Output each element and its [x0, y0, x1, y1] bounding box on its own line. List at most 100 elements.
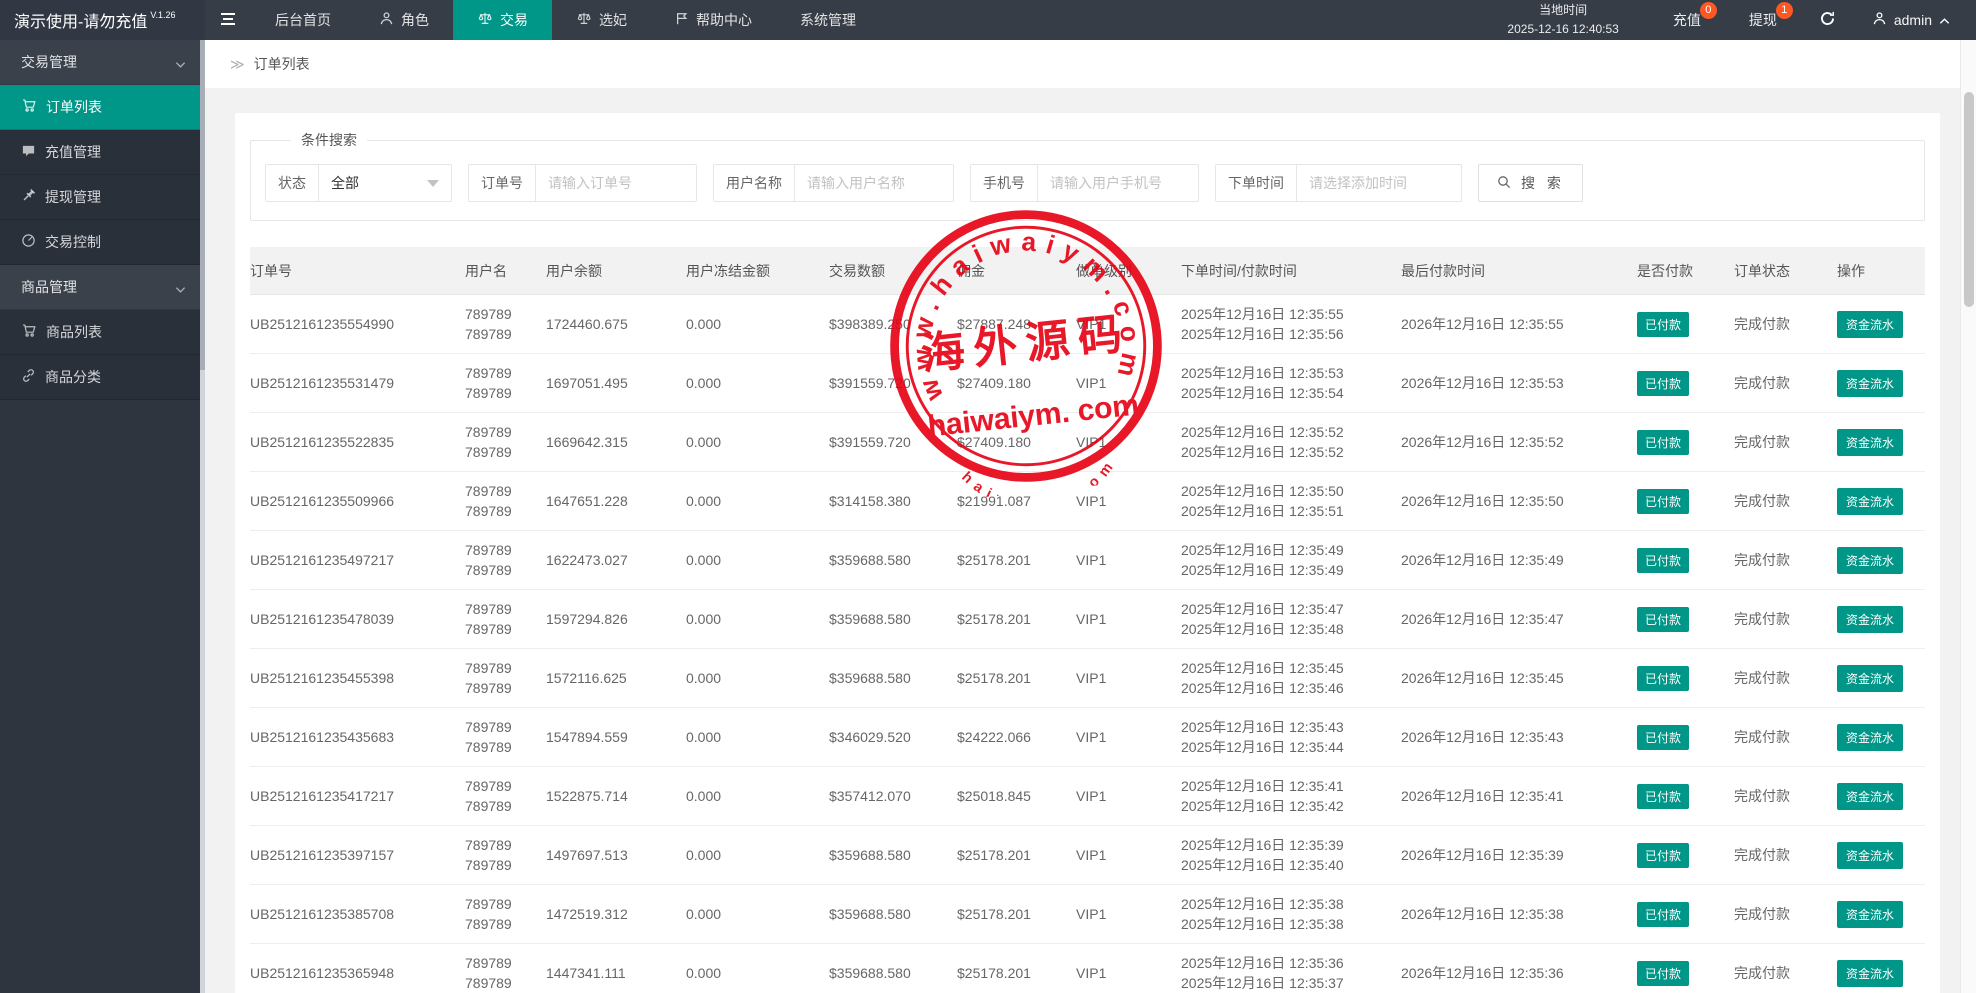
sidebar-item-withdraw-management[interactable]: 提现管理 — [0, 175, 200, 220]
fund-flow-button[interactable]: 资金流水 — [1837, 724, 1903, 751]
sidebar-item-product-category[interactable]: 商品分类 — [0, 355, 200, 400]
sidebar-item-trade-control[interactable]: 交易控制 — [0, 220, 200, 265]
amount-cell: $359688.580 — [829, 552, 957, 568]
hamburger-menu-button[interactable] — [205, 0, 251, 40]
fund-flow-button[interactable]: 资金流水 — [1837, 842, 1903, 869]
username-input[interactable] — [795, 165, 953, 201]
order-no-input[interactable] — [536, 165, 696, 201]
page-scrollbar-thumb[interactable] — [1964, 92, 1974, 307]
fund-flow-button[interactable]: 资金流水 — [1837, 606, 1903, 633]
sidebar-item-order-list[interactable]: 订单列表 — [0, 85, 200, 130]
sidebar-item-label: 充值管理 — [45, 142, 101, 162]
fund-flow-button[interactable]: 资金流水 — [1837, 547, 1903, 574]
table-row: UB2512161235365948 789789 789789 1447341… — [250, 944, 1925, 993]
fund-flow-button[interactable]: 资金流水 — [1837, 370, 1903, 397]
fund-flow-button[interactable]: 资金流水 — [1837, 665, 1903, 692]
sidebar-item-label: 提现管理 — [45, 187, 101, 207]
flag-icon — [675, 11, 689, 29]
paid-status-badge: 已付款 — [1637, 548, 1689, 573]
sidebar-group-product-management[interactable]: 商品管理 — [0, 265, 200, 310]
table-row: UB2512161235435683 789789 789789 1547894… — [250, 708, 1925, 767]
nav-item-dashboard[interactable]: 后台首页 — [251, 0, 355, 40]
balance-cell: 1647651.228 — [546, 493, 686, 509]
order-time-label: 下单时间 — [1216, 165, 1297, 201]
order-status-cell: 完成付款 — [1734, 432, 1837, 452]
comment-icon — [21, 143, 36, 161]
top-header: 演示使用-请勿充值 V.1.26 后台首页 角色 交易 选妃 帮助中心 系统管理 — [0, 0, 1976, 40]
recharge-button[interactable]: 充值 0 — [1649, 0, 1725, 40]
cart-icon — [21, 98, 37, 116]
sidebar-item-recharge-management[interactable]: 充值管理 — [0, 130, 200, 175]
status-label: 状态 — [266, 165, 319, 201]
order-no-cell: UB2512161235435683 — [250, 729, 465, 745]
fund-flow-button[interactable]: 资金流水 — [1837, 311, 1903, 338]
fund-flow-button[interactable]: 资金流水 — [1837, 488, 1903, 515]
nav-item-system[interactable]: 系统管理 — [776, 0, 880, 40]
username-cell: 789789 789789 — [465, 776, 546, 817]
order-time-line2: 2025年12月16日 12:35:48 — [1181, 619, 1393, 639]
sidebar-item-product-list[interactable]: 商品列表 — [0, 310, 200, 355]
commission-cell: $25178.201 — [957, 965, 1076, 981]
username-line1: 789789 — [465, 540, 538, 560]
sidebar-item-label: 商品列表 — [46, 322, 102, 342]
username-line2: 789789 — [465, 678, 538, 698]
order-no-cell: UB2512161235455398 — [250, 670, 465, 686]
status-select[interactable]: 全部 — [319, 165, 451, 201]
search-panel-legend: 条件搜索 — [291, 130, 367, 150]
refresh-button[interactable] — [1801, 0, 1854, 40]
order-time-cell: 2025年12月16日 12:35:45 2025年12月16日 12:35:4… — [1181, 658, 1401, 699]
username-filter: 用户名称 — [713, 164, 954, 202]
frozen-cell: 0.000 — [686, 552, 829, 568]
order-no-cell: UB2512161235554990 — [250, 316, 465, 332]
fund-flow-button[interactable]: 资金流水 — [1837, 960, 1903, 987]
nav-item-help-center[interactable]: 帮助中心 — [651, 0, 776, 40]
order-time-line2: 2025年12月16日 12:35:49 — [1181, 560, 1393, 580]
order-time-cell: 2025年12月16日 12:35:41 2025年12月16日 12:35:4… — [1181, 776, 1401, 817]
username-cell: 789789 789789 — [465, 540, 546, 581]
nav-label: 角色 — [401, 10, 429, 30]
fund-flow-button[interactable]: 资金流水 — [1837, 429, 1903, 456]
level-cell: VIP1 — [1076, 316, 1181, 332]
amount-cell: $357412.070 — [829, 788, 957, 804]
withdraw-button[interactable]: 提现 1 — [1725, 0, 1801, 40]
level-cell: VIP1 — [1076, 552, 1181, 568]
order-no-filter: 订单号 — [468, 164, 697, 202]
frozen-cell: 0.000 — [686, 493, 829, 509]
username-line1: 789789 — [465, 953, 538, 973]
amount-cell: $314158.380 — [829, 493, 957, 509]
frozen-cell: 0.000 — [686, 906, 829, 922]
chevron-up-icon — [1939, 12, 1950, 28]
order-time-input[interactable] — [1297, 165, 1461, 201]
order-time-cell: 2025年12月16日 12:35:43 2025年12月16日 12:35:4… — [1181, 717, 1401, 758]
commission-cell: $25178.201 — [957, 670, 1076, 686]
phone-input[interactable] — [1038, 165, 1198, 201]
paid-cell: 已付款 — [1637, 548, 1734, 573]
search-button[interactable]: 搜 索 — [1478, 164, 1583, 202]
table-row: UB2512161235385708 789789 789789 1472519… — [250, 885, 1925, 944]
sidebar-group-trade-management[interactable]: 交易管理 — [0, 40, 200, 85]
fund-flow-button[interactable]: 资金流水 — [1837, 783, 1903, 810]
sidebar-group-label: 交易管理 — [21, 52, 77, 72]
sidebar-item-label: 交易控制 — [45, 232, 101, 252]
fund-flow-button[interactable]: 资金流水 — [1837, 901, 1903, 928]
username-line2: 789789 — [465, 383, 538, 403]
username-line2: 789789 — [465, 619, 538, 639]
nav-item-trade[interactable]: 交易 — [453, 0, 552, 40]
admin-menu[interactable]: admin — [1854, 0, 1976, 40]
nav-item-select[interactable]: 选妃 — [552, 0, 651, 40]
order-time-cell: 2025年12月16日 12:35:47 2025年12月16日 12:35:4… — [1181, 599, 1401, 640]
order-time-line1: 2025年12月16日 12:35:38 — [1181, 894, 1393, 914]
table-row: UB2512161235397157 789789 789789 1497697… — [250, 826, 1925, 885]
sidebar-scrollbar-thumb[interactable] — [200, 40, 205, 370]
frozen-cell: 0.000 — [686, 611, 829, 627]
table-row: UB2512161235509966 789789 789789 1647651… — [250, 472, 1925, 531]
nav-item-roles[interactable]: 角色 — [355, 0, 453, 40]
frozen-cell: 0.000 — [686, 670, 829, 686]
filters-row: 状态 全部 订单号 用户名称 手机号 — [265, 164, 1910, 202]
username-cell: 789789 789789 — [465, 658, 546, 699]
frozen-cell: 0.000 — [686, 788, 829, 804]
col-header-commission: 佣金 — [957, 261, 1076, 281]
paid-status-badge: 已付款 — [1637, 430, 1689, 455]
balance-cell: 1597294.826 — [546, 611, 686, 627]
recharge-count-badge: 0 — [1700, 2, 1717, 19]
